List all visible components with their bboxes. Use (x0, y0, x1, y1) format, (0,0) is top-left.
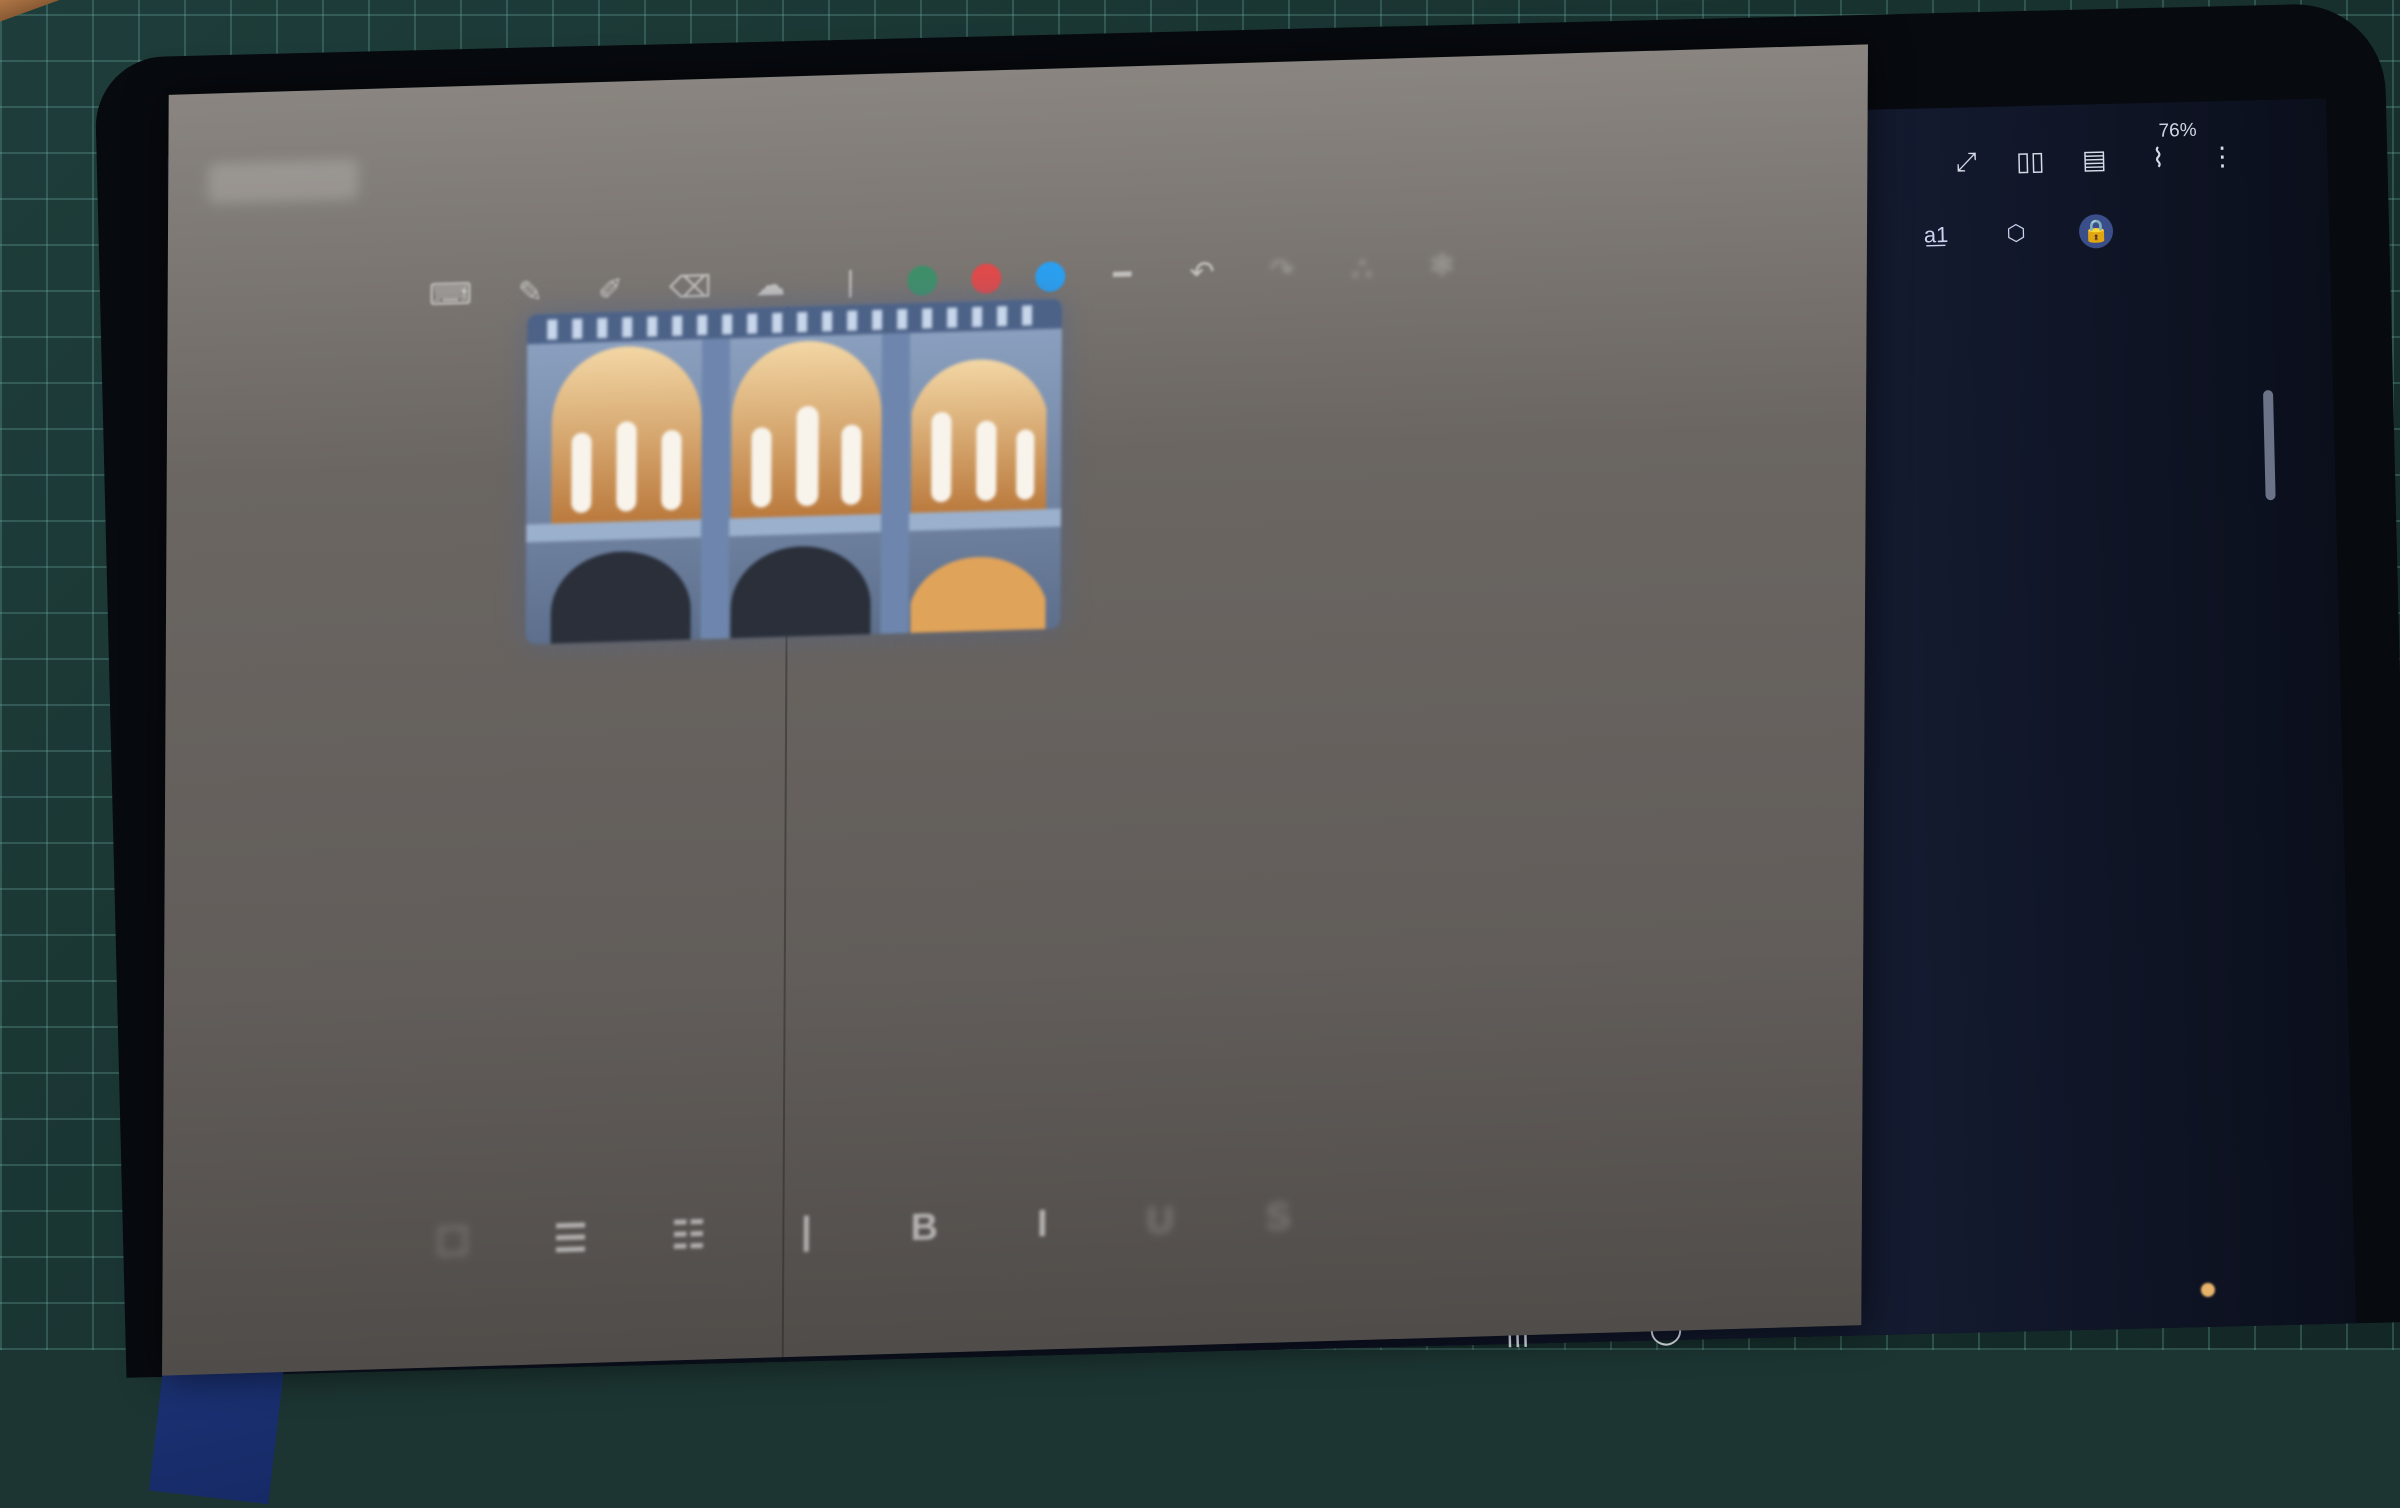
expand-icon[interactable]: ⤢ (1951, 146, 1982, 178)
underline-icon[interactable]: U (1130, 1195, 1190, 1247)
more-icon[interactable]: ⋮ (2207, 140, 2238, 172)
pen-icon[interactable]: ✎ (507, 273, 553, 310)
redo-icon[interactable]: ↷ (1259, 251, 1305, 288)
attach-icon[interactable]: ⌇ (2143, 142, 2174, 173)
text-convert-icon[interactable]: a͟1 (1919, 218, 1954, 253)
lasso-icon[interactable]: ☁ (747, 266, 793, 303)
shapes-icon[interactable]: ⬡ (1999, 216, 2034, 251)
note-icon[interactable]: ▤ (2079, 144, 2110, 175)
stroke-width-icon[interactable]: ━ (1099, 256, 1145, 293)
color-swatch-2[interactable] (971, 263, 1002, 295)
settings-icon[interactable]: ✻ (1419, 246, 1465, 283)
tracing-paper: ⌨ ✎ ✐ ⌫ ☁ | ━ ↶ ↷ ⛬ ✻ ☐ ☰ ☷ | B I U S (162, 44, 1868, 1376)
toolbar-separator: | (846, 265, 855, 299)
lock-layer-icon[interactable]: 🔒 (2078, 213, 2114, 249)
pin-icon[interactable]: ⛬ (1339, 249, 1385, 286)
text-cursor-icon[interactable]: | (776, 1206, 836, 1258)
battery-indicator: 76% (2158, 119, 2197, 142)
museum-photo-svg (525, 298, 1063, 645)
light-glare (2200, 1282, 2216, 1298)
numbered-list-icon[interactable]: ☰ (540, 1213, 600, 1265)
italic-icon[interactable]: I (1012, 1199, 1072, 1251)
app-tool-row: Ⓐa͟1⬡🔒 (1839, 213, 2114, 255)
keyboard-icon[interactable]: ⌨ (427, 276, 473, 313)
book-view-icon[interactable]: ▯▯ (2015, 145, 2046, 177)
scrollbar[interactable] (2262, 390, 2276, 501)
undo-icon[interactable]: ↶ (1179, 254, 1225, 291)
strikethrough-icon[interactable]: S (1248, 1192, 1308, 1244)
blurred-title (208, 159, 359, 204)
formatting-toolbar: ☐ ☰ ☷ | B I U S (422, 1192, 1308, 1268)
app-top-toolbar: ⤢ ▯▯ ▤ ⌇ ⋮ (1951, 140, 2238, 178)
bullet-list-icon[interactable]: ☷ (658, 1209, 718, 1261)
checkbox-icon[interactable]: ☐ (422, 1216, 482, 1268)
bold-icon[interactable]: B (894, 1202, 954, 1254)
color-swatch-1[interactable] (907, 265, 938, 297)
highlighter-icon[interactable]: ✐ (587, 271, 633, 308)
color-swatch-3[interactable] (1035, 261, 1066, 293)
museum-arches-photo (525, 298, 1063, 645)
eraser-icon[interactable]: ⌫ (667, 269, 713, 306)
